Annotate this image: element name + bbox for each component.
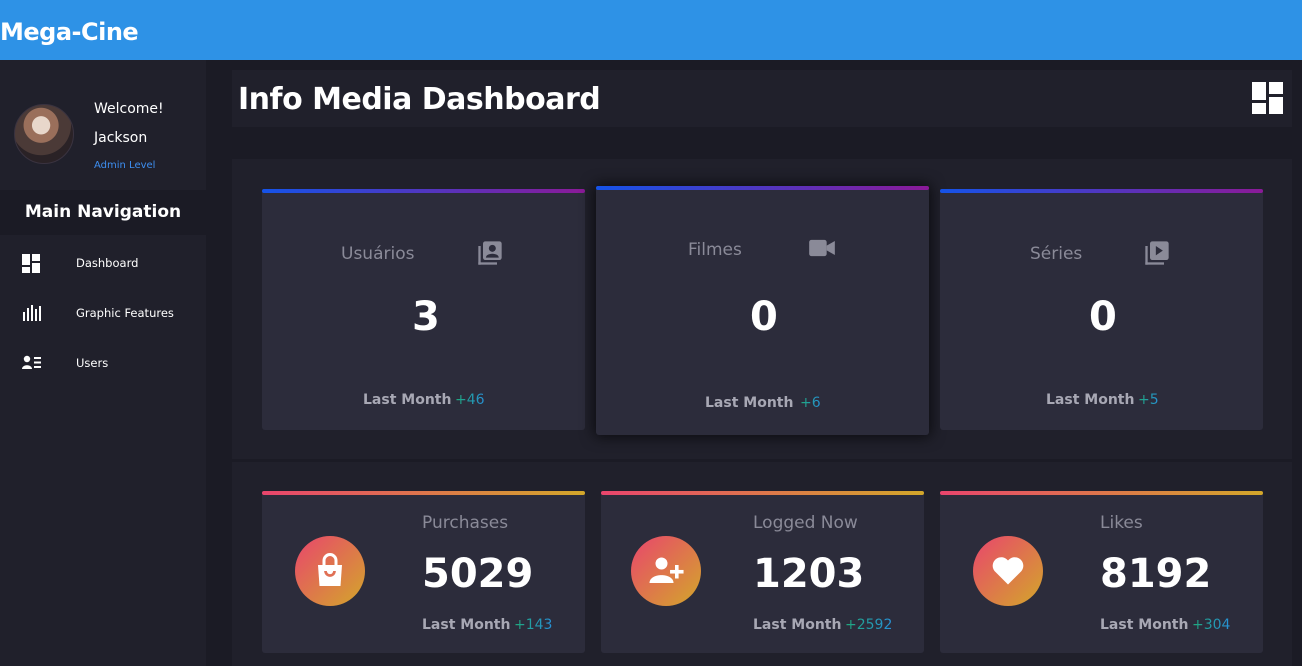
user-name: Jackson	[94, 130, 148, 146]
user-level: Admin Level	[94, 160, 156, 171]
logged-now-icon-badge	[631, 536, 701, 606]
last-month-label: Last Month	[363, 392, 452, 408]
card-accent-bar	[601, 491, 924, 495]
stat-card-likes[interactable]: Likes 8192 Last Month +304	[940, 491, 1263, 653]
avatar[interactable]	[14, 104, 74, 164]
user-profile: Welcome! Jackson Admin Level	[0, 60, 206, 190]
video-library-icon	[1145, 241, 1169, 265]
last-month-value: +304	[1192, 617, 1231, 633]
card-label: Logged Now	[753, 513, 858, 533]
stat-card-users[interactable]: Usuários 3 Last Month +46	[262, 189, 585, 430]
card-accent-bar	[940, 491, 1263, 495]
sidebar-item-label: Dashboard	[76, 256, 139, 270]
card-accent-bar	[262, 491, 585, 495]
stat-card-movies[interactable]: Filmes 0 Last Month +6	[596, 186, 929, 435]
dashboard-icon	[22, 254, 40, 273]
sidebar: Welcome! Jackson Admin Level Main Naviga…	[0, 60, 206, 666]
last-month-label: Last Month	[422, 617, 511, 633]
stat-card-series[interactable]: Séries 0 Last Month +5	[940, 189, 1263, 430]
card-value: 3	[412, 294, 440, 340]
last-month-label: Last Month	[1100, 617, 1189, 633]
stat-card-purchases[interactable]: Purchases 5029 Last Month +143	[262, 491, 585, 653]
sidebar-item-users[interactable]: Users	[0, 342, 206, 382]
last-month-label: Last Month	[753, 617, 842, 633]
media-stats-panel: Usuários 3 Last Month +46 Filmes 0 Last …	[232, 159, 1292, 459]
card-value: 0	[1089, 294, 1117, 340]
sidebar-item-dashboard[interactable]: Dashboard	[0, 242, 206, 282]
card-accent-bar	[262, 189, 585, 193]
dashboard-icon[interactable]	[1252, 82, 1284, 114]
sidebar-item-label: Users	[76, 356, 109, 370]
last-month-value: +46	[455, 392, 485, 408]
last-month-value: +143	[514, 617, 553, 633]
sidebar-item-label: Graphic Features	[76, 306, 174, 320]
top-bar: Mega-Cine	[0, 0, 1302, 60]
heart-icon	[992, 557, 1024, 585]
card-accent-bar	[940, 189, 1263, 193]
contacts-icon	[478, 241, 502, 265]
welcome-text: Welcome!	[94, 101, 164, 117]
app-brand[interactable]: Mega-Cine	[0, 18, 139, 46]
card-value: 5029	[422, 551, 534, 597]
last-month-value: +6	[800, 395, 821, 411]
card-value: 1203	[753, 551, 865, 597]
card-label: Likes	[1100, 513, 1143, 533]
last-month-value: +5	[1138, 392, 1159, 408]
bar-chart-icon	[23, 305, 41, 321]
shopping-bag-icon	[318, 553, 342, 586]
card-label: Filmes	[688, 240, 742, 260]
users-icon	[22, 355, 41, 369]
page-title: Info Media Dashboard	[238, 82, 601, 117]
sidebar-item-graphic-features[interactable]: Graphic Features	[0, 292, 206, 332]
purchases-icon-badge	[295, 536, 365, 606]
card-value: 8192	[1100, 551, 1212, 597]
card-label: Purchases	[422, 513, 509, 533]
stat-card-logged-now[interactable]: Logged Now 1203 Last Month +2592	[601, 491, 924, 653]
last-month-label: Last Month	[705, 395, 794, 411]
card-value: 0	[750, 294, 778, 340]
add-user-icon	[649, 557, 684, 583]
card-accent-bar	[596, 186, 929, 190]
likes-icon-badge	[973, 536, 1043, 606]
last-month-label: Last Month	[1046, 392, 1135, 408]
page-header: Info Media Dashboard	[232, 70, 1292, 127]
last-month-value: +2592	[845, 617, 893, 633]
video-camera-icon	[809, 239, 835, 257]
card-label: Séries	[1030, 244, 1083, 264]
nav-heading: Main Navigation	[0, 190, 206, 235]
activity-stats-panel: Purchases 5029 Last Month +143 Logged No…	[232, 462, 1292, 666]
card-label: Usuários	[341, 244, 415, 264]
